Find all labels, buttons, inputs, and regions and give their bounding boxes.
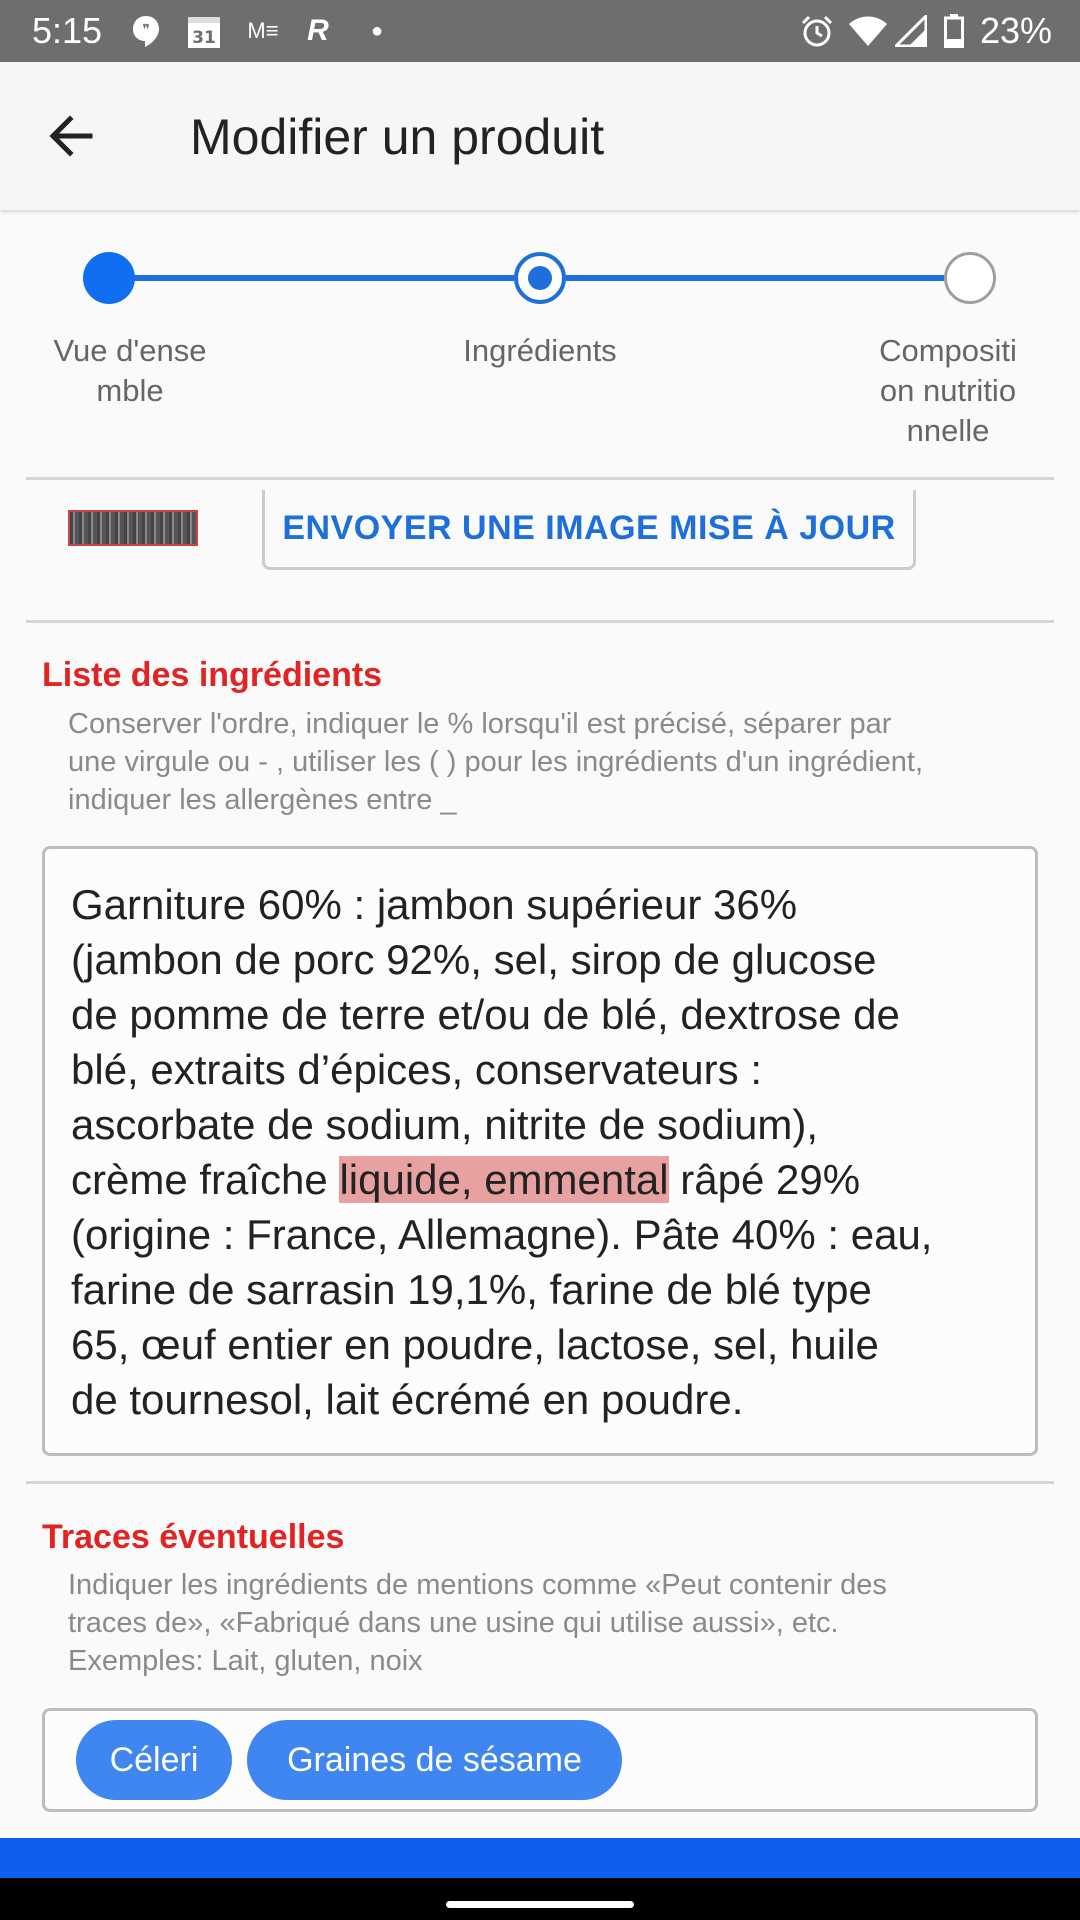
divider (26, 620, 1054, 623)
ingredients-image-thumbnail[interactable] (68, 510, 198, 546)
traces-section-title: Traces éventuelles (42, 1518, 345, 1556)
step-2-dot[interactable] (514, 252, 566, 304)
page-title: Modifier un produit (190, 109, 605, 165)
arrow-left-icon[interactable] (44, 108, 100, 164)
gmail-icon: M≡ (247, 18, 279, 43)
step-1-label[interactable]: Vue d'ense mble (30, 331, 230, 411)
stepper-line-1 (110, 275, 514, 281)
step-1-dot[interactable] (83, 252, 135, 304)
stepper-line-2 (566, 275, 944, 281)
step-3-dot[interactable] (944, 252, 996, 304)
ingredients-text-field[interactable]: Garniture 60% : jambon supérieur 36% (ja… (42, 846, 1038, 1456)
traces-hint: Indiquer les ingrédients de mentions com… (68, 1569, 887, 1677)
status-bar: 5:15 ❞ 31 M≡ R ● 23% (0, 0, 1080, 62)
battery-percentage: 23% (979, 10, 1052, 51)
wifi-icon (848, 12, 888, 50)
bottom-action-bar[interactable] (0, 1838, 1080, 1878)
status-time: 5:15 (32, 10, 103, 51)
ingredients-hint: Conserver l'ordre, indiquer le % lorsqu'… (68, 708, 924, 816)
step-2-label[interactable]: Ingrédients (420, 331, 660, 371)
battery-icon (942, 12, 966, 50)
app-bar: Modifier un produit (0, 62, 1080, 210)
divider (26, 1481, 1054, 1484)
signal-icon (894, 12, 928, 50)
dot-icon: ● (370, 19, 384, 42)
divider (26, 477, 1054, 480)
calendar-icon: 31 (186, 12, 222, 50)
upload-updated-image-button[interactable]: ENVOYER UNE IMAGE MISE À JOUR (262, 490, 916, 570)
system-navigation-bar (0, 1878, 1080, 1920)
highlighted-text: liquide, emmental (339, 1156, 669, 1203)
trace-chip[interactable]: Graines de sésame (247, 1720, 622, 1800)
home-gesture-handle[interactable] (446, 1901, 634, 1908)
alarm-icon (798, 12, 836, 50)
svg-text:31: 31 (192, 28, 216, 48)
hangouts-icon: ❞ (128, 12, 164, 50)
svg-text:❞: ❞ (142, 22, 150, 38)
r-app-icon: R (307, 14, 329, 47)
step-3-label[interactable]: Compositi on nutritio nnelle (848, 331, 1048, 451)
ingredients-section-title: Liste des ingrédients (42, 656, 383, 694)
trace-chip[interactable]: Céleri (76, 1720, 232, 1800)
